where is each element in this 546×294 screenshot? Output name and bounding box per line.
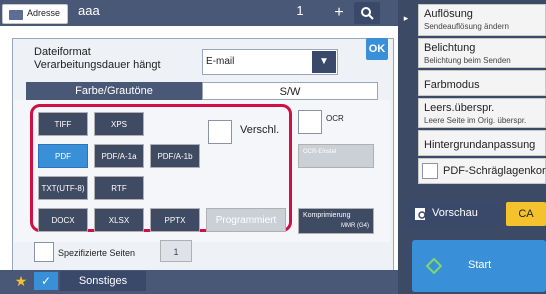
menu-skip-blank[interactable]: Leers.überspr. Leere Seite im Orig. über… (418, 98, 546, 128)
preview-label: Vorschau (432, 207, 478, 219)
compression-value: MMR (G4) (341, 223, 369, 229)
format-pdfa1b-button[interactable]: PDF/A-1b (150, 144, 200, 168)
menu-exposure-title: Belichtung (424, 42, 476, 54)
ocr-label: OCR (326, 114, 344, 123)
format-pdf-button[interactable]: PDF (38, 144, 88, 168)
specified-pages-label: Spezifizierte Seiten (58, 248, 136, 258)
address-button-label: Adresse (27, 8, 61, 18)
search-button[interactable] (354, 2, 380, 24)
file-format-label: Dateiformat (34, 46, 91, 58)
processing-duration-label: Verarbeitungsdauer hängt (34, 59, 161, 71)
menu-color-mode-title: Farbmodus (424, 79, 480, 91)
encrypt-label: Verschl. (240, 124, 280, 136)
menu-color-mode[interactable]: Farbmodus (418, 70, 546, 96)
checkmark-icon[interactable]: ✓ (34, 272, 58, 290)
preview-button[interactable]: Vorschau (408, 202, 502, 226)
format-pptx-button[interactable]: PPTX (150, 208, 200, 232)
tab-bw[interactable]: S/W (202, 82, 378, 100)
menu-background-adjust-title: Hintergrundanpassung (424, 139, 536, 151)
address-count: 1 (296, 3, 304, 18)
other-button[interactable]: Sonstiges (60, 271, 146, 291)
menu-exposure-subtitle: Belichtung beim Senden (424, 56, 511, 65)
format-pdfa1a-button[interactable]: PDF/A-1a (94, 144, 144, 168)
start-icon (426, 258, 442, 274)
format-xps-button[interactable]: XPS (94, 112, 144, 136)
menu-pdf-skew-title: PDF-Schräglagenkorr (443, 165, 546, 177)
menu-skip-blank-subtitle: Leere Seite im Orig. überspr. (424, 116, 527, 125)
menu-skip-blank-title: Leers.überspr. (424, 102, 495, 114)
format-rtf-button[interactable]: RTF (94, 176, 144, 200)
ocr-settings-button[interactable]: OCR-Einstel (298, 144, 374, 168)
format-txt-button[interactable]: TXT(UTF-8) (38, 176, 88, 200)
menu-pdf-skew[interactable]: PDF-Schräglagenkorr (418, 158, 546, 184)
encrypt-checkbox[interactable] (208, 120, 232, 144)
menu-resolution[interactable]: Auflösung Sendeauflösung ändern (418, 4, 546, 36)
ocr-checkbox[interactable] (298, 110, 322, 134)
specified-pages-field[interactable]: 1 (160, 240, 192, 262)
start-button[interactable]: Start (412, 240, 546, 292)
format-tiff-button[interactable]: TIFF (38, 112, 88, 136)
chevron-down-icon[interactable]: ▼ (312, 51, 336, 73)
menu-resolution-title: Auflösung (424, 8, 473, 20)
specified-pages-checkbox[interactable] (34, 242, 54, 262)
format-xlsx-button[interactable]: XLSX (94, 208, 144, 232)
search-icon (361, 7, 374, 20)
ca-button[interactable]: CA (506, 202, 546, 226)
tab-color-grayscale[interactable]: Farbe/Grautöne (26, 82, 202, 100)
menu-exposure[interactable]: Belichtung Belichtung beim Senden (418, 38, 546, 68)
format-docx-button[interactable]: DOCX (38, 208, 88, 232)
menu-resolution-subtitle: Sendeauflösung ändern (424, 22, 509, 31)
menu-background-adjust[interactable]: Hintergrundanpassung (418, 130, 546, 156)
compression-label: Komprimierung (303, 212, 351, 219)
preview-icon (415, 208, 426, 220)
address-book-icon (9, 10, 23, 20)
panel-toggle[interactable]: ▸ (398, 0, 414, 40)
format-select-value: E-mail (206, 56, 235, 67)
address-button[interactable]: Adresse (2, 4, 68, 24)
pdf-skew-checkbox[interactable] (422, 163, 438, 179)
programmed-button[interactable]: Programmiert (206, 208, 286, 232)
ok-button[interactable]: OK (366, 38, 388, 60)
star-icon[interactable]: ★ (12, 272, 30, 290)
address-value: aaa (78, 3, 100, 18)
add-button[interactable]: + (326, 2, 352, 24)
start-label: Start (468, 259, 492, 271)
compression-button[interactable]: Komprimierung MMR (G4) (298, 208, 374, 234)
